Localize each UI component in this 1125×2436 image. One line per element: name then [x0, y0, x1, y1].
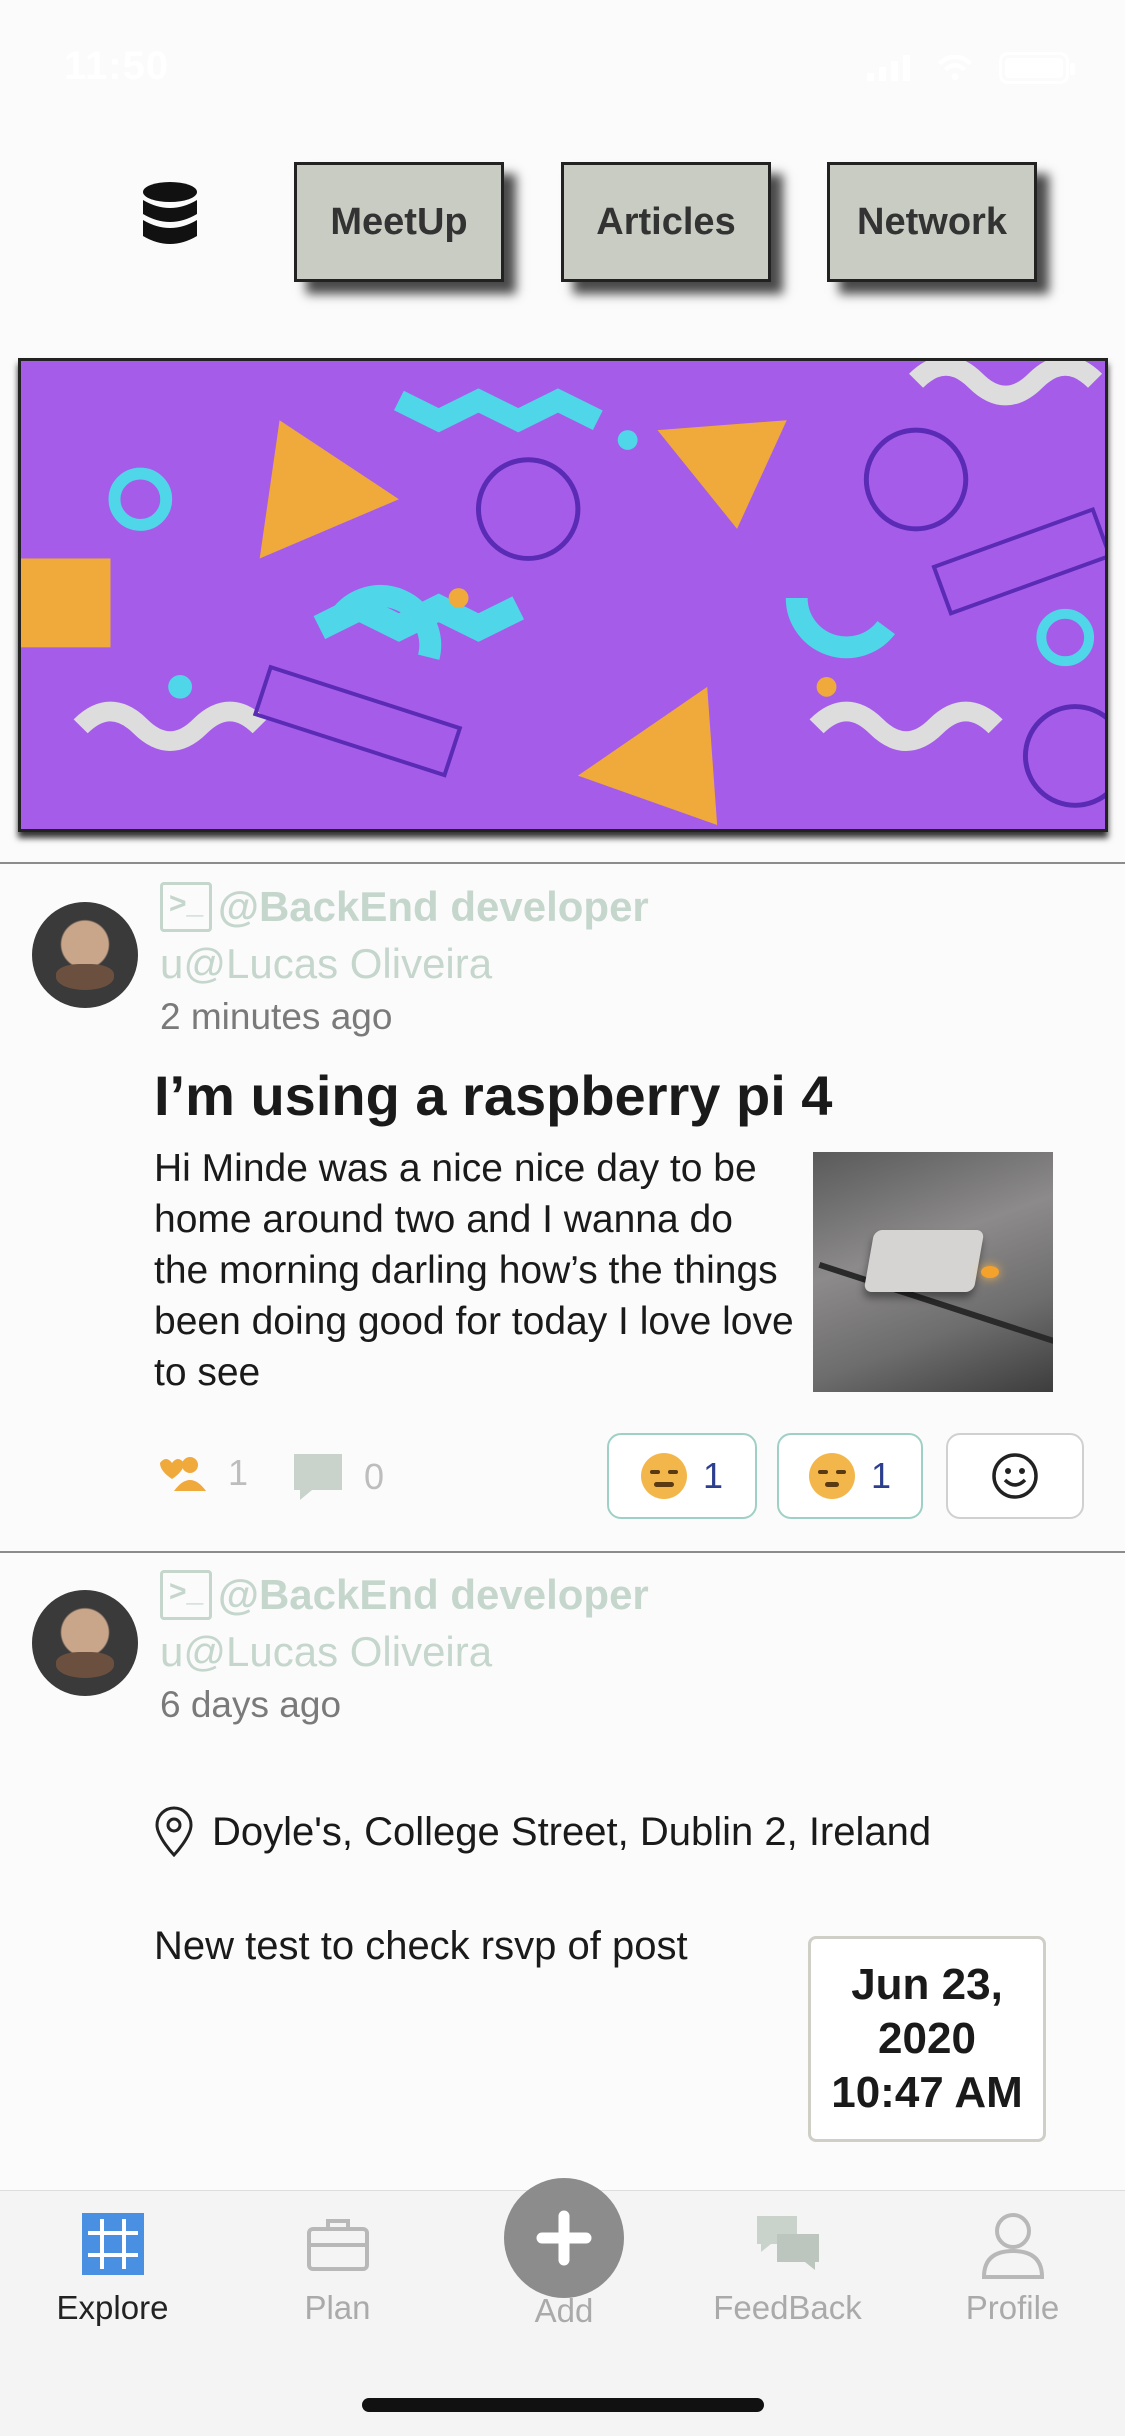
reaction-count: 1 — [870, 1455, 892, 1496]
person-icon — [981, 2213, 1044, 2279]
post-author-role: >_ @BackEnd developer — [160, 1570, 649, 1620]
avatar[interactable] — [32, 902, 138, 1008]
location-text: Doyle's, College Street, Dublin 2, Irela… — [212, 1809, 932, 1854]
status-bar: 11:50 — [0, 0, 1125, 130]
chat-bubbles-icon — [756, 2216, 819, 2270]
reaction-button[interactable]: 1 — [777, 1433, 923, 1519]
plus-icon — [536, 2210, 592, 2266]
avatar[interactable] — [32, 1590, 138, 1696]
comments-count: 0 — [364, 1456, 385, 1497]
banner-image — [18, 358, 1108, 832]
post-title[interactable]: I’m using a raspberry pi 4 — [154, 1063, 832, 1128]
tab-label: Plan — [304, 2289, 371, 2326]
relieved-emoji-icon — [640, 1453, 687, 1499]
location-pin-icon — [155, 1806, 193, 1858]
event-time-line: 10:47 AM — [831, 2068, 1023, 2117]
comment-icon — [294, 1454, 342, 1500]
network-button[interactable]: Network — [827, 162, 1037, 282]
status-icons — [867, 52, 1075, 84]
post-timestamp: 6 days ago — [160, 1684, 342, 1725]
terminal-icon: >_ — [160, 882, 212, 932]
tab-label: FeedBack — [713, 2289, 862, 2326]
tab-plan[interactable]: Plan — [225, 2191, 450, 2331]
battery-icon — [999, 52, 1075, 84]
people-heart-icon — [160, 1457, 206, 1491]
add-button[interactable] — [504, 2178, 624, 2298]
post-body[interactable]: New test to check rsvp of post — [154, 1924, 688, 1969]
briefcase-icon — [306, 2219, 369, 2271]
tab-explore[interactable]: Explore — [0, 2191, 225, 2331]
wifi-icon — [937, 55, 973, 81]
event-date-line: Jun 23, — [851, 1960, 1003, 2009]
raised-eyebrow-emoji-icon — [808, 1453, 855, 1499]
divider — [0, 862, 1125, 864]
signal-icon — [867, 55, 910, 81]
terminal-icon: >_ — [160, 1570, 212, 1620]
post-location[interactable]: Doyle's, College Street, Dublin 2, Irela… — [154, 1806, 931, 1858]
author-role-text: @BackEnd developer — [218, 883, 649, 930]
reaction-count: 1 — [702, 1455, 724, 1496]
tab-label-add: Add — [534, 2292, 594, 2329]
tab-feedback[interactable]: FeedBack — [675, 2191, 900, 2331]
event-date-line: 2020 — [878, 2014, 976, 2063]
reaction-button[interactable]: 1 — [607, 1433, 757, 1519]
likes-count: 1 — [228, 1452, 249, 1493]
add-reaction-button[interactable] — [946, 1433, 1084, 1519]
post-timestamp: 2 minutes ago — [160, 996, 393, 1037]
tab-label: Profile — [965, 2289, 1060, 2326]
home-indicator[interactable] — [362, 2398, 764, 2412]
post-image[interactable] — [813, 1152, 1053, 1392]
tab-profile[interactable]: Profile — [900, 2191, 1125, 2331]
post-author-role: >_ @BackEnd developer — [160, 882, 649, 932]
smiley-icon — [992, 1453, 1038, 1499]
event-date: Jun 23, 2020 10:47 AM — [808, 1936, 1046, 2142]
post-author-name[interactable]: u@Lucas Oliveira — [160, 1628, 492, 1676]
articles-button[interactable]: Articles — [561, 162, 771, 282]
post-author-name[interactable]: u@Lucas Oliveira — [160, 940, 492, 988]
grid-icon — [81, 2213, 144, 2275]
post-body[interactable]: Hi Minde was a nice nice day to be home … — [154, 1143, 794, 1398]
divider — [0, 1551, 1125, 1553]
tab-label: Explore — [56, 2289, 169, 2326]
comments-stat[interactable]: 0 — [292, 1452, 384, 1502]
author-role-text: @BackEnd developer — [218, 1571, 649, 1618]
likes-stat[interactable]: 1 — [148, 1452, 248, 1494]
meetup-button[interactable]: MeetUp — [294, 162, 504, 282]
status-time: 11:50 — [64, 44, 170, 88]
database-icon[interactable] — [140, 180, 200, 250]
